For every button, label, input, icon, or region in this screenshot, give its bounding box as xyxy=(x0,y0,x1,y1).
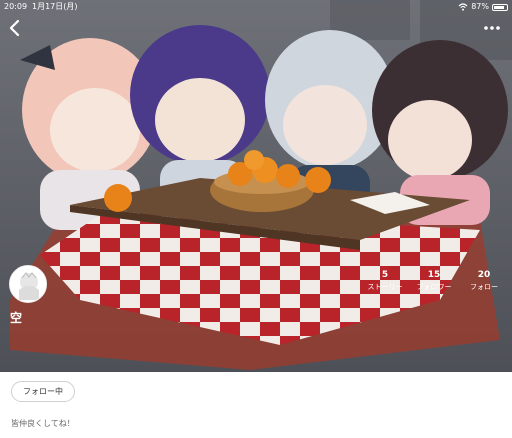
stat-following[interactable]: 20 フォロー xyxy=(464,270,504,292)
wifi-icon xyxy=(458,3,468,11)
battery-icon xyxy=(492,3,508,11)
stat-count: 20 xyxy=(477,270,491,280)
stat-count: 15 xyxy=(427,270,441,280)
chevron-left-icon xyxy=(9,19,20,37)
more-options-button[interactable] xyxy=(482,20,502,34)
profile-header: 20:09 1月17日(月) 87% 空 5 ストーリー 15 フォロワー 20… xyxy=(0,0,512,372)
stat-stories[interactable]: 5 ストーリー xyxy=(365,270,405,292)
stat-label: ストーリー xyxy=(367,283,403,291)
profile-name: 空 xyxy=(10,311,23,325)
battery-percent: 87% xyxy=(471,2,489,11)
status-date: 1月17日(月) xyxy=(32,2,78,11)
stat-label: フォロワー xyxy=(416,283,452,291)
more-horizontal-icon xyxy=(484,26,500,30)
stat-count: 5 xyxy=(381,270,389,280)
back-button[interactable] xyxy=(6,18,24,38)
header-illustration xyxy=(0,0,512,372)
stat-followers[interactable]: 15 フォロワー xyxy=(414,270,454,292)
status-bar: 20:09 1月17日(月) 87% xyxy=(0,0,512,14)
following-button[interactable]: フォロー中 xyxy=(11,381,75,402)
status-time: 20:09 xyxy=(4,2,28,11)
profile-stats: 5 ストーリー 15 フォロワー 20 フォロー xyxy=(360,270,510,300)
stat-label: フォロー xyxy=(470,283,498,291)
avatar[interactable] xyxy=(9,265,47,303)
profile-bio: 皆仲良くしてね！ xyxy=(11,419,75,428)
